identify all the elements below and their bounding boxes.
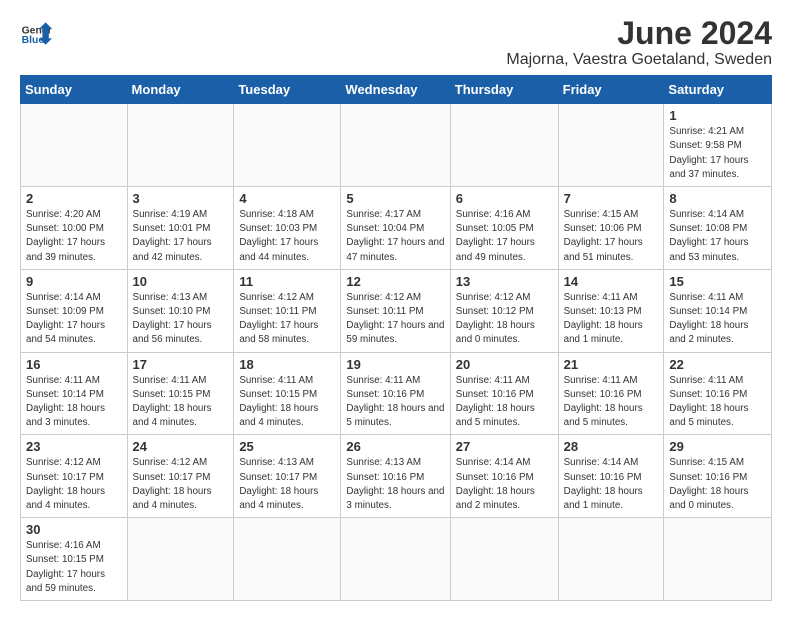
day-27: 27 Sunrise: 4:14 AM Sunset: 10:16 PM Day… (450, 435, 558, 518)
day-13: 13 Sunrise: 4:12 AM Sunset: 10:12 PM Day… (450, 269, 558, 352)
day-8: 8 Sunrise: 4:14 AM Sunset: 10:08 PM Dayl… (664, 187, 772, 270)
weekday-header-row: Sunday Monday Tuesday Wednesday Thursday… (21, 76, 772, 104)
empty-cell (127, 518, 234, 601)
day-6: 6 Sunrise: 4:16 AM Sunset: 10:05 PM Dayl… (450, 187, 558, 270)
empty-cell (450, 518, 558, 601)
day-23: 23 Sunrise: 4:12 AM Sunset: 10:17 PM Day… (21, 435, 128, 518)
header-saturday: Saturday (664, 76, 772, 104)
empty-cell (234, 104, 341, 187)
calendar-row-2: 2 Sunrise: 4:20 AM Sunset: 10:00 PM Dayl… (21, 187, 772, 270)
day-21: 21 Sunrise: 4:11 AM Sunset: 10:16 PM Day… (558, 352, 664, 435)
day-19: 19 Sunrise: 4:11 AM Sunset: 10:16 PM Day… (341, 352, 450, 435)
calendar-table: Sunday Monday Tuesday Wednesday Thursday… (20, 75, 772, 601)
header-monday: Monday (127, 76, 234, 104)
title-section: June 2024 Majorna, Vaestra Goetaland, Sw… (506, 16, 772, 69)
day-11: 11 Sunrise: 4:12 AM Sunset: 10:11 PM Day… (234, 269, 341, 352)
day-25: 25 Sunrise: 4:13 AM Sunset: 10:17 PM Day… (234, 435, 341, 518)
day-28: 28 Sunrise: 4:14 AM Sunset: 10:16 PM Day… (558, 435, 664, 518)
empty-cell (127, 104, 234, 187)
day-15: 15 Sunrise: 4:11 AM Sunset: 10:14 PM Day… (664, 269, 772, 352)
day-14: 14 Sunrise: 4:11 AM Sunset: 10:13 PM Day… (558, 269, 664, 352)
day-30: 30 Sunrise: 4:16 AM Sunset: 10:15 PM Day… (21, 518, 128, 601)
day-26: 26 Sunrise: 4:13 AM Sunset: 10:16 PM Day… (341, 435, 450, 518)
header-sunday: Sunday (21, 76, 128, 104)
calendar-row-1: 1 Sunrise: 4:21 AM Sunset: 9:58 PM Dayli… (21, 104, 772, 187)
logo-icon: General Blue (20, 16, 52, 48)
header-thursday: Thursday (450, 76, 558, 104)
day-4: 4 Sunrise: 4:18 AM Sunset: 10:03 PM Dayl… (234, 187, 341, 270)
empty-cell (450, 104, 558, 187)
empty-cell (558, 518, 664, 601)
header-wednesday: Wednesday (341, 76, 450, 104)
day-7: 7 Sunrise: 4:15 AM Sunset: 10:06 PM Dayl… (558, 187, 664, 270)
empty-cell (21, 104, 128, 187)
calendar-row-4: 16 Sunrise: 4:11 AM Sunset: 10:14 PM Day… (21, 352, 772, 435)
day-10: 10 Sunrise: 4:13 AM Sunset: 10:10 PM Day… (127, 269, 234, 352)
month-title: June 2024 (506, 16, 772, 51)
empty-cell (664, 518, 772, 601)
empty-cell (234, 518, 341, 601)
calendar-row-6: 30 Sunrise: 4:16 AM Sunset: 10:15 PM Day… (21, 518, 772, 601)
day-24: 24 Sunrise: 4:12 AM Sunset: 10:17 PM Day… (127, 435, 234, 518)
header-tuesday: Tuesday (234, 76, 341, 104)
calendar-row-3: 9 Sunrise: 4:14 AM Sunset: 10:09 PM Dayl… (21, 269, 772, 352)
day-29: 29 Sunrise: 4:15 AM Sunset: 10:16 PM Day… (664, 435, 772, 518)
header-friday: Friday (558, 76, 664, 104)
empty-cell (558, 104, 664, 187)
empty-cell (341, 104, 450, 187)
day-22: 22 Sunrise: 4:11 AM Sunset: 10:16 PM Day… (664, 352, 772, 435)
location-title: Majorna, Vaestra Goetaland, Sweden (506, 51, 772, 69)
day-17: 17 Sunrise: 4:11 AM Sunset: 10:15 PM Day… (127, 352, 234, 435)
svg-text:Blue: Blue (22, 35, 45, 46)
day-16: 16 Sunrise: 4:11 AM Sunset: 10:14 PM Day… (21, 352, 128, 435)
day-1: 1 Sunrise: 4:21 AM Sunset: 9:58 PM Dayli… (664, 104, 772, 187)
calendar-row-5: 23 Sunrise: 4:12 AM Sunset: 10:17 PM Day… (21, 435, 772, 518)
empty-cell (341, 518, 450, 601)
day-9: 9 Sunrise: 4:14 AM Sunset: 10:09 PM Dayl… (21, 269, 128, 352)
day-18: 18 Sunrise: 4:11 AM Sunset: 10:15 PM Day… (234, 352, 341, 435)
day-20: 20 Sunrise: 4:11 AM Sunset: 10:16 PM Day… (450, 352, 558, 435)
day-2: 2 Sunrise: 4:20 AM Sunset: 10:00 PM Dayl… (21, 187, 128, 270)
day-3: 3 Sunrise: 4:19 AM Sunset: 10:01 PM Dayl… (127, 187, 234, 270)
logo: General Blue (20, 16, 52, 48)
day-5: 5 Sunrise: 4:17 AM Sunset: 10:04 PM Dayl… (341, 187, 450, 270)
page-header: General Blue June 2024 Majorna, Vaestra … (20, 16, 772, 69)
day-12: 12 Sunrise: 4:12 AM Sunset: 10:11 PM Day… (341, 269, 450, 352)
